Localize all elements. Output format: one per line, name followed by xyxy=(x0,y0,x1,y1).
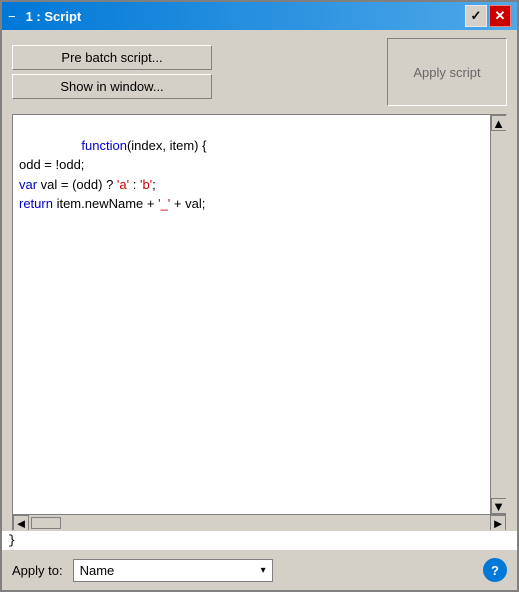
dropdown-value: Name xyxy=(80,563,115,578)
window-title: 1 : Script xyxy=(26,9,82,24)
title-bar-left: − 1 : Script xyxy=(8,9,81,24)
arrow-down-icon: ▼ xyxy=(492,499,505,514)
help-button[interactable]: ? xyxy=(483,558,507,582)
close-icon: ✕ xyxy=(495,8,506,24)
apply-to-label: Apply to: xyxy=(12,563,63,578)
h-scroll-thumb[interactable] xyxy=(31,517,61,529)
bottom-bar: Apply to: Name ▾ ? xyxy=(2,550,517,590)
arrow-up-icon: ▲ xyxy=(492,116,505,131)
horizontal-scrollbar[interactable] xyxy=(29,515,490,530)
closing-brace: } xyxy=(2,531,517,550)
check-icon: ✓ xyxy=(471,8,482,24)
check-button[interactable]: ✓ xyxy=(465,5,487,27)
dropdown-arrow-icon: ▾ xyxy=(261,565,266,576)
arrow-left-icon: ◄ xyxy=(15,516,28,531)
scroll-track xyxy=(491,131,506,498)
apply-to-dropdown[interactable]: Name ▾ xyxy=(73,559,273,582)
title-bar-controls: ✓ ✕ xyxy=(465,5,511,27)
title-minus[interactable]: − xyxy=(8,9,16,24)
toolbar-left: Pre batch script... Show in window... xyxy=(12,45,212,99)
title-bar: − 1 : Script ✓ ✕ xyxy=(2,2,517,30)
pre-batch-button[interactable]: Pre batch script... xyxy=(12,45,212,70)
toolbar: Pre batch script... Show in window... Ap… xyxy=(2,30,517,114)
arrow-right-icon: ► xyxy=(492,516,505,531)
code-content[interactable]: function(index, item) { odd = !odd; var … xyxy=(13,115,490,514)
scroll-left-arrow[interactable]: ◄ xyxy=(13,515,29,531)
main-window: − 1 : Script ✓ ✕ Pre batch script... Sho… xyxy=(0,0,519,592)
code-editor[interactable]: function(index, item) { odd = !odd; var … xyxy=(12,114,507,531)
scroll-down-arrow[interactable]: ▼ xyxy=(491,498,507,514)
close-button[interactable]: ✕ xyxy=(489,5,511,27)
show-in-window-button[interactable]: Show in window... xyxy=(12,74,212,99)
apply-script-button[interactable]: Apply script xyxy=(387,38,507,106)
code-scroll-area: function(index, item) { odd = !odd; var … xyxy=(13,115,506,514)
scroll-up-arrow[interactable]: ▲ xyxy=(491,115,507,131)
vertical-scrollbar[interactable]: ▲ ▼ xyxy=(490,115,506,514)
scroll-right-arrow[interactable]: ► xyxy=(490,515,506,531)
horizontal-scrollbar-row: ◄ ► xyxy=(13,514,506,530)
